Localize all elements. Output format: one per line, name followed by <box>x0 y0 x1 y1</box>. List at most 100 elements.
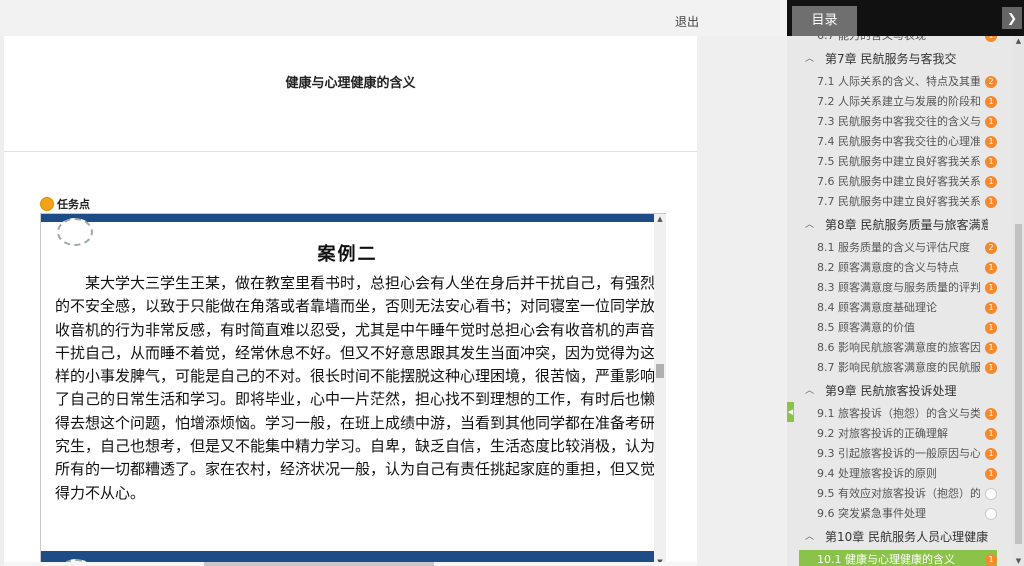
sidebar-scroll-thumb[interactable] <box>1015 224 1022 544</box>
case-document[interactable]: 案例二 某大学大三学生王某，做在教室里看书时，总担心会有人坐在身后并干扰自己，有… <box>40 213 666 566</box>
collapse-sidebar-button[interactable]: ❯ <box>1002 7 1022 29</box>
toc-section[interactable]: 10.1 健康与心理健康的含义 1 <box>799 550 997 566</box>
horizontal-scrollbar[interactable] <box>4 562 697 566</box>
chevron-up-icon[interactable]: ︿ <box>805 524 814 550</box>
task-count-badge: 2 <box>985 242 997 254</box>
page-title: 健康与心理健康的含义 <box>285 76 416 91</box>
scroll-down-arrow-icon[interactable]: ▼ <box>1013 557 1024 565</box>
toc-chapter[interactable]: ︿ 第7章 民航服务与客我交 <box>799 46 997 72</box>
task-count-badge: 1 <box>985 342 997 354</box>
toc-item-label: 9.1 旅客投诉（抱怨）的含义与类型 <box>817 407 980 420</box>
case-title: 案例二 <box>317 244 378 265</box>
toc-item-label: 7.6 民航服务中建立良好客我关系的方法 <box>817 175 980 188</box>
toc-item-label: 9.4 处理旅客投诉的原则 <box>817 467 937 480</box>
task-count-badge: 1 <box>985 96 997 108</box>
toc-chapter[interactable]: ︿ 第10章 民航服务人员心理健康 <box>799 524 997 550</box>
toc-section[interactable]: 8.6 影响民航旅客满意度的旅客因素 1 <box>799 338 997 358</box>
toc-sidebar: 6.7 能力的含义与表现1︿第7章 民航服务与客我交7.1 人际关系的含义、特点… <box>787 0 1024 566</box>
content-panel: 健康与心理健康的含义 任务点 案例二 某大学大三学生王某，做在教室里看书时，总担… <box>4 36 697 566</box>
task-count-badge: 1 <box>985 196 997 208</box>
toc-section[interactable]: 8.3 顾客满意度与服务质量的评判标准 1 <box>799 278 997 298</box>
toc-item-label: 9.5 有效应对旅客投诉（抱怨）的方法 <box>817 487 980 500</box>
chevron-up-icon[interactable]: ︿ <box>805 378 814 404</box>
sidebar-toggle-handle[interactable]: ◀ <box>787 402 794 422</box>
task-count-badge: 1 <box>985 428 997 440</box>
toc-item-label: 8.1 服务质量的含义与评估尺度 <box>817 241 970 254</box>
toc-section[interactable]: 9.2 对旅客投诉的正确理解 1 <box>799 424 997 444</box>
task-count-badge: 1 <box>985 448 997 460</box>
task-count-badge: 1 <box>985 176 997 188</box>
toc-item-label: 8.7 影响民航旅客满意度的民航服务因素 <box>817 361 980 374</box>
toc-section[interactable]: 9.6 突发紧急事件处理 <box>799 504 997 524</box>
task-count-badge: 2 <box>985 76 997 88</box>
case-top-bar <box>41 214 654 222</box>
title-divider <box>4 151 697 152</box>
toc-section[interactable]: 7.7 民航服务中建立良好客我关系的技巧 1 <box>799 192 997 212</box>
toc-section[interactable]: 7.4 民航服务中客我交往的心理准备 1 <box>799 132 997 152</box>
top-bar: 退出 <box>0 0 787 36</box>
toc-item-label: 7.7 民航服务中建立良好客我关系的技巧 <box>817 195 980 208</box>
toc-item-label: 7.3 民航服务中客我交往的含义与特点 <box>817 115 980 128</box>
toc-item-label: 8.6 影响民航旅客满意度的旅客因素 <box>817 341 980 354</box>
task-count-badge: 1 <box>985 156 997 168</box>
toc-section[interactable]: 7.6 民航服务中建立良好客我关系的方法 1 <box>799 172 997 192</box>
toc-item-label: 7.5 民航服务中建立良好客我关系的原则 <box>817 155 980 168</box>
sidebar-scrollbar[interactable]: ▲ ▼ <box>1013 36 1024 566</box>
toc-item-label: 第7章 民航服务与客我交 <box>825 52 957 66</box>
toc-item-label: 第9章 民航旅客投诉处理 <box>825 384 957 398</box>
toc-section[interactable]: 9.1 旅客投诉（抱怨）的含义与类型 1 <box>799 404 997 424</box>
toc-item-label: 第8章 民航服务质量与旅客满意度 <box>825 218 988 232</box>
gutter <box>697 36 787 566</box>
toc-item-label: 8.3 顾客满意度与服务质量的评判标准 <box>817 281 980 294</box>
scroll-up-arrow-icon[interactable]: ▲ <box>654 215 666 223</box>
task-point-label: 任务点 <box>57 198 90 211</box>
case-text: 某大学大三学生王某，做在教室里看书时，总担心会有人坐在身后并干扰自己，有强烈的不… <box>55 274 656 502</box>
task-count-badge: 1 <box>985 302 997 314</box>
toc-section[interactable]: 7.3 民航服务中客我交往的含义与特点 1 <box>799 112 997 132</box>
task-point[interactable]: 任务点 <box>40 196 90 212</box>
task-count-badge: 1 <box>985 362 997 374</box>
toc-chapter[interactable]: ︿ 第8章 民航服务质量与旅客满意度 <box>799 212 997 238</box>
task-count-badge: 1 <box>985 262 997 274</box>
toc-item-label: 7.2 人际关系建立与发展的阶段和影响因素 <box>817 95 980 108</box>
toc-section[interactable]: 8.7 影响民航旅客满意度的民航服务因素 1 <box>799 358 997 378</box>
tab-toc[interactable]: 目录 <box>792 6 857 36</box>
task-count-badge: 1 <box>985 554 997 566</box>
toc-section[interactable]: 9.3 引起旅客投诉的一般原因与心理分析 1 <box>799 444 997 464</box>
toc-item-label: 8.4 顾客满意度基础理论 <box>817 301 937 314</box>
toc-section[interactable]: 7.2 人际关系建立与发展的阶段和影响因素 1 <box>799 92 997 112</box>
toc-item-label: 第10章 民航服务人员心理健康 <box>825 530 988 544</box>
chevron-up-icon[interactable]: ︿ <box>805 46 814 72</box>
task-point-icon <box>40 197 54 211</box>
toc-item-label: 9.3 引起旅客投诉的一般原因与心理分析 <box>817 447 980 460</box>
toc-section[interactable]: 9.5 有效应对旅客投诉（抱怨）的方法 <box>799 484 997 504</box>
toc-item-label: 8.5 顾客满意的价值 <box>817 321 915 334</box>
case-scroll-thumb[interactable] <box>656 364 664 378</box>
task-count-badge <box>985 508 997 520</box>
task-count-badge: 1 <box>985 408 997 420</box>
toc-item-label: 10.1 健康与心理健康的含义 <box>817 553 955 566</box>
toc-list: 6.7 能力的含义与表现1︿第7章 民航服务与客我交7.1 人际关系的含义、特点… <box>799 26 997 566</box>
case-scrollbar[interactable]: ▲ ▼ <box>654 214 666 566</box>
task-count-badge: 1 <box>985 136 997 148</box>
toc-section[interactable]: 7.1 人际关系的含义、特点及其重要作用 2 <box>799 72 997 92</box>
toc-item-label: 7.1 人际关系的含义、特点及其重要作用 <box>817 75 980 88</box>
toc-section[interactable]: 8.1 服务质量的含义与评估尺度 2 <box>799 238 997 258</box>
toc-section[interactable]: 9.4 处理旅客投诉的原则 1 <box>799 464 997 484</box>
task-count-badge: 1 <box>985 282 997 294</box>
toc-section[interactable]: 7.5 民航服务中建立良好客我关系的原则 1 <box>799 152 997 172</box>
toc-item-label: 9.2 对旅客投诉的正确理解 <box>817 427 948 440</box>
toc-section[interactable]: 8.5 顾客满意的价值 1 <box>799 318 997 338</box>
scroll-up-arrow-icon[interactable]: ▲ <box>1013 37 1024 45</box>
toc-item-label: 9.6 突发紧急事件处理 <box>817 507 926 520</box>
chevron-up-icon[interactable]: ︿ <box>805 212 814 238</box>
task-count-badge <box>985 488 997 500</box>
toc-chapter[interactable]: ︿ 第9章 民航旅客投诉处理 <box>799 378 997 404</box>
logout-link[interactable]: 退出 <box>675 13 699 30</box>
horizontal-scroll-thumb[interactable] <box>204 562 434 566</box>
toc-section[interactable]: 8.4 顾客满意度基础理论 1 <box>799 298 997 318</box>
task-count-badge: 1 <box>985 468 997 480</box>
toc-section[interactable]: 8.2 顾客满意度的含义与特点 1 <box>799 258 997 278</box>
task-count-badge: 1 <box>985 116 997 128</box>
chevron-right-icon: ❯ <box>1006 11 1018 25</box>
